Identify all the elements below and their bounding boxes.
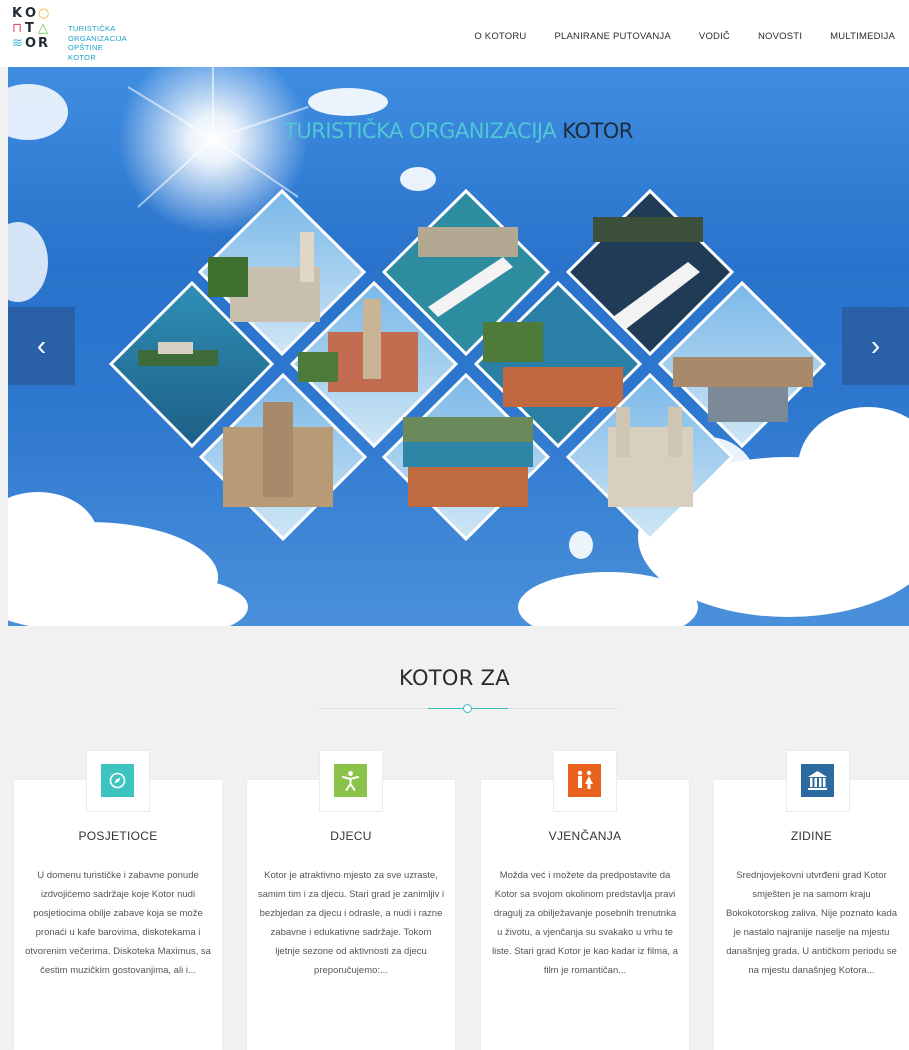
card-djecu[interactable]: DJECU Kotor je atraktivno mjesto za sve … <box>247 750 455 1050</box>
logo-letter: T <box>25 21 34 36</box>
nav-item-multimedija[interactable]: MULTIMEDIJA <box>830 31 895 42</box>
nav-item-novosti[interactable]: NOVOSTI <box>758 31 802 42</box>
card-title: ZIDINE <box>790 829 833 843</box>
card-text: Kotor je atraktivno mjesto za sve uzrast… <box>257 870 445 976</box>
logo-triangle-icon: △ <box>38 21 48 36</box>
icon-badge <box>801 764 834 797</box>
chevron-right-icon: › <box>870 330 881 361</box>
logo-wave-icon: ≋ <box>12 36 23 51</box>
nav-item-o-kotoru[interactable]: O KOTORU <box>474 31 526 42</box>
child-icon <box>334 764 367 797</box>
logo[interactable]: K O ○ ⊓ T △ ≋ O R TURISTIČKA ORGANIZACIJ… <box>12 6 127 62</box>
logo-line: ORGANIZACIJA <box>68 33 128 43</box>
logo-line: OPŠTINE KOTOR <box>68 43 104 62</box>
hero-slider: TURISTIČKA ORGANIZACIJA KOTOR ‹ › <box>8 67 909 626</box>
couple-icon <box>568 764 601 797</box>
logo-crown-icon: ⊓ <box>12 21 23 36</box>
logo-letter: K <box>12 6 23 21</box>
card-text: U domenu turističke i zabavne ponude izd… <box>25 870 211 976</box>
card-vjencanja[interactable]: VJENČANJA Možda već i možete da predpost… <box>481 750 689 1050</box>
card-zidine[interactable]: ZIDINE Srednjovjekovni utvrđeni grad Kot… <box>714 750 909 1050</box>
hero-title-city: KOTOR <box>562 119 633 143</box>
hero-title: TURISTIČKA ORGANIZACIJA KOTOR <box>8 119 909 143</box>
compass-icon <box>101 764 134 797</box>
museum-icon <box>801 764 834 797</box>
hero-background <box>8 67 909 626</box>
logo-letter: O <box>25 6 37 21</box>
logo-circle-icon: ○ <box>38 6 50 21</box>
card-posjetioce[interactable]: POSJETIOCE U domenu turističke i zabavne… <box>14 750 222 1050</box>
logo-text: TURISTIČKA ORGANIZACIJA OPŠTINE KOTOR <box>68 24 127 62</box>
logo-mark: K O ○ ⊓ T △ ≋ O R <box>12 6 51 51</box>
icon-frame <box>319 750 383 812</box>
logo-letter: O <box>25 36 37 51</box>
card-title: POSJETIOCE <box>78 829 158 843</box>
icon-badge <box>334 764 367 797</box>
icon-frame <box>786 750 850 812</box>
icon-frame <box>86 750 150 812</box>
nav-item-planirane-putovanja[interactable]: PLANIRANE PUTOVANJA <box>554 31 670 42</box>
slider-prev-button[interactable]: ‹ <box>8 307 75 385</box>
nav-item-vodic[interactable]: VODIČ <box>699 31 730 42</box>
logo-letter: R <box>38 36 49 51</box>
main-nav: O KOTORU PLANIRANE PUTOVANJA VODIČ NOVOS… <box>460 31 909 42</box>
card-text: Srednjovjekovni utvrđeni grad Kotor smje… <box>725 870 898 976</box>
icon-frame <box>553 750 617 812</box>
logo-line: TURISTIČKA <box>68 24 116 33</box>
icon-badge <box>568 764 601 797</box>
card-title: VJENČANJA <box>548 829 622 843</box>
chevron-left-icon: ‹ <box>36 330 47 361</box>
hero-title-main: TURISTIČKA ORGANIZACIJA <box>284 119 557 143</box>
divider-dot-icon <box>463 704 472 713</box>
slider-next-button[interactable]: › <box>842 307 909 385</box>
icon-badge <box>101 764 134 797</box>
card-text: Možda već i možete da predpostavite da K… <box>492 870 678 976</box>
section-title: KOTOR ZA <box>399 666 510 690</box>
card-title: DJECU <box>330 829 372 843</box>
site-header: K O ○ ⊓ T △ ≋ O R TURISTIČKA ORGANIZACIJ… <box>0 0 909 67</box>
